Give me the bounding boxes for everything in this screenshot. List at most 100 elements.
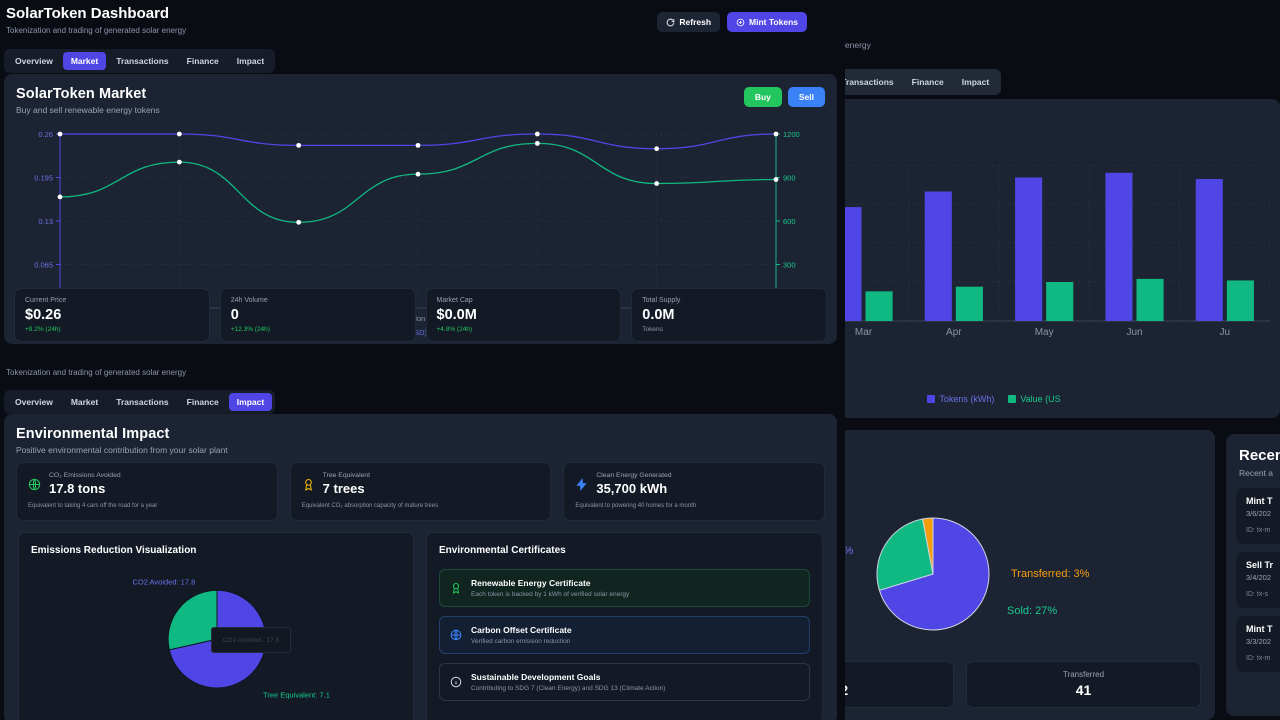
legend-item-value: Value (US [1008, 394, 1061, 404]
svg-text:CO2 Avoided: 17.8: CO2 Avoided: 17.8 [132, 578, 195, 587]
list-item[interactable]: Mint T 3/6/202 ID: tx-m [1236, 488, 1280, 544]
refresh-button[interactable]: Refresh [657, 12, 721, 32]
distribution-app-window: uted allet: 71%Sold: 27%Transferred: 3% … [845, 418, 1280, 720]
tab-transactions[interactable]: Transactions [108, 52, 176, 70]
certificate-item-renewable[interactable]: Renewable Energy Certificate Each token … [439, 569, 810, 607]
market-subtitle: Buy and sell renewable energy tokens [16, 105, 160, 115]
list-item[interactable]: Sell Tr 3/4/202 ID: tx-s [1236, 552, 1280, 608]
legend-label: Tokens (kWh) [939, 394, 995, 404]
impact-card-top: CO₂ Emissions Avoided 17.8 tons [28, 472, 266, 496]
list-item[interactable]: Mint T 3/3/202 ID: tx-m [1236, 616, 1280, 672]
market-panel: SolarToken Market Buy and sell renewable… [4, 74, 837, 344]
mint-tokens-button[interactable]: Mint Tokens [727, 12, 807, 32]
legend-swatch-icon [927, 395, 936, 403]
certificates-list: Renewable Energy Certificate Each token … [439, 569, 810, 701]
dist-stat-value: 422 [845, 682, 949, 698]
certificates-card: Environmental Certificates Renewable Ene… [426, 532, 823, 720]
legend-swatch-icon [1008, 395, 1017, 403]
stat-label: 24h Volume [230, 297, 268, 304]
tab-overview[interactable]: Overview [7, 52, 61, 70]
impact-card-footnote: Equivalent to taking 4 cars off the road… [28, 503, 158, 509]
tab-finance[interactable]: Finance [179, 52, 227, 70]
dist-stat-label: Transferred [1062, 670, 1105, 679]
svg-text:0.195: 0.195 [34, 174, 53, 183]
market-header: SolarToken Market Buy and sell renewable… [16, 86, 160, 115]
app-header: SolarToken Dashboard Tokenization and tr… [6, 5, 186, 35]
emissions-viz-title: Emissions Reduction Visualization [31, 545, 197, 556]
svg-text:Sold: 27%: Sold: 27% [1007, 605, 1057, 617]
impact-card-footnote: Equivalent CO₂ absorption capacity of ma… [301, 503, 439, 509]
certificate-item-carbon[interactable]: Carbon Offset Certificate Verified carbo… [439, 616, 810, 654]
impact-title: Environmental Impact [16, 426, 170, 442]
distribution-pie-svg: allet: 71% Sold: 27% Transferred: 3% [845, 517, 1090, 631]
impact-card-energy: Clean Energy Generated 35,700 kWh Equiva… [563, 462, 826, 521]
svg-text:Ju: Ju [1220, 327, 1231, 338]
svg-text:Jun: Jun [1126, 327, 1142, 338]
buy-button[interactable]: Buy [743, 87, 782, 107]
dist-stat-label: Sold [845, 670, 949, 679]
distribution-panel: uted allet: 71%Sold: 27%Transferred: 3% … [845, 430, 1215, 720]
certificate-title: Sustainable Development Goals [471, 672, 601, 682]
tx-id: ID: tx-m [1246, 527, 1271, 534]
distribution-stats: Sold 422 Transferred 41 [845, 661, 1201, 708]
recent-transactions-window: Recent Recent a Mint T 3/6/202 ID: tx-m … [1222, 428, 1280, 720]
dist-stat-transferred: Transferred 41 [966, 661, 1201, 708]
recent-subtitle: Recent a [1239, 468, 1274, 478]
tx-id: ID: tx-m [1246, 655, 1271, 662]
overview-app-window: ar energy Overview Market Transactions F… [845, 0, 1280, 418]
globe-icon [450, 629, 462, 641]
svg-text:Tree Equivalent: 7.1: Tree Equivalent: 7.1 [263, 690, 330, 699]
certificate-item-sdg[interactable]: Sustainable Development Goals Contributi… [439, 663, 810, 701]
plus-circle-icon [736, 18, 745, 26]
svg-text:900: 900 [783, 174, 796, 183]
stat-card: 24h Volume 0 +12.3% (24h) [219, 288, 416, 342]
impact-card-co2: CO₂ Emissions Avoided 17.8 tons Equivale… [16, 462, 278, 521]
impact-card-label: Tree Equivalent [322, 472, 371, 479]
impact-lower-row: Emissions Reduction Visualization CO2 Av… [18, 532, 823, 720]
emissions-viz-card: Emissions Reduction Visualization CO2 Av… [18, 532, 414, 720]
tab-market[interactable]: Market [63, 393, 106, 411]
tab-impact[interactable]: Impact [954, 73, 997, 91]
bar-chart-svg: FebMarAprMayJunJu [845, 164, 1271, 338]
impact-header: Environmental Impact Positive environmen… [16, 426, 228, 455]
tx-type: Mint T [1246, 496, 1273, 506]
tab-transactions[interactable]: Transactions [845, 73, 902, 91]
impact-cards-row: CO₂ Emissions Avoided 17.8 tons Equivale… [16, 462, 826, 521]
stat-card: Total Supply 0.0M Tokens [631, 288, 827, 342]
distribution-pie-chart: allet: 71% Sold: 27% Transferred: 3% [845, 492, 1215, 652]
overview-tabbar: Overview Market Transactions Finance Imp… [845, 69, 1002, 95]
tab-transactions[interactable]: Transactions [108, 393, 176, 411]
stat-value: $0.0M [436, 307, 477, 323]
svg-text:May: May [1035, 327, 1054, 338]
mint-label: Mint Tokens [749, 17, 798, 27]
svg-text:allet: 71%: allet: 71% [845, 545, 854, 557]
legend-item-tokens: Tokens (kWh) [927, 394, 994, 404]
page-title: SolarToken Dashboard [6, 5, 170, 22]
market-app-window: SolarToken Dashboard Tokenization and tr… [0, 0, 845, 360]
tab-finance[interactable]: Finance [179, 393, 227, 411]
impact-card-trees: Tree Equivalent 7 trees Equivalent CO₂ a… [289, 462, 552, 521]
stat-value: 0 [230, 307, 239, 323]
tab-impact[interactable]: Impact [229, 52, 272, 70]
tab-finance[interactable]: Finance [904, 73, 952, 91]
dist-stat-value: 41 [1075, 682, 1092, 698]
tx-date: 3/3/202 [1246, 637, 1272, 646]
impact-card-value: 35,700 kWh [596, 481, 668, 496]
svg-text:0.26: 0.26 [38, 130, 53, 139]
certificate-title: Carbon Offset Certificate [471, 625, 572, 635]
sell-button[interactable]: Sell [787, 87, 825, 107]
svg-text:Mar: Mar [855, 327, 873, 338]
stat-delta: +12.3% (24h) [230, 326, 270, 333]
tab-overview[interactable]: Overview [7, 393, 61, 411]
chart-tooltip: CO2 Avoided : 17.8 [211, 627, 291, 653]
recent-panel: Recent Recent a Mint T 3/6/202 ID: tx-m … [1226, 434, 1280, 716]
stat-card: Current Price $0.26 +9.2% (24h) [14, 288, 210, 342]
dist-stat-sold: Sold 422 [845, 661, 954, 708]
tab-impact[interactable]: Impact [228, 393, 273, 411]
page-subtitle: Tokenization and trading of generated so… [6, 26, 187, 35]
recent-list: Mint T 3/6/202 ID: tx-m Sell Tr 3/4/202 … [1236, 488, 1280, 680]
tab-market[interactable]: Market [62, 52, 107, 70]
main-tabbar: Overview Market Transactions Finance Imp… [4, 49, 276, 73]
svg-text:300: 300 [783, 261, 796, 270]
production-panel: nergy production FebMarAprMayJunJu Token… [845, 99, 1280, 418]
